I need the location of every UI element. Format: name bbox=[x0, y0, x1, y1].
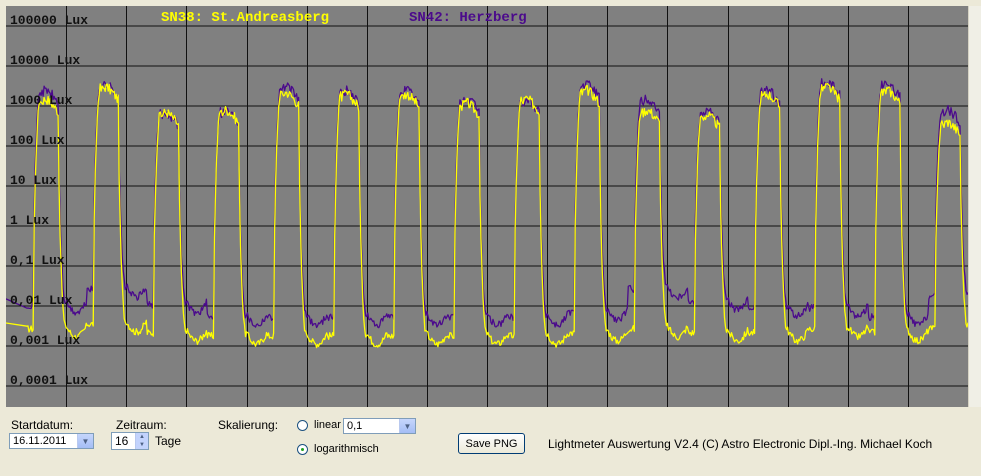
save-png-button[interactable]: Save PNG bbox=[458, 433, 525, 454]
chevron-down-icon: ▼ bbox=[399, 419, 415, 433]
radio-selected-dot bbox=[301, 448, 304, 451]
startdatum-value: 16.11.2011 bbox=[13, 435, 67, 447]
chart-svg: 100000 Lux 10000 Lux 1000 Lux 100 Lux 10 Lux… bbox=[6, 6, 968, 407]
legend-sn38: SN38: St.Andreasberg bbox=[161, 10, 329, 26]
zeitraum-stepper[interactable]: 16 ▲ ▼ bbox=[111, 432, 149, 450]
y-tick-label: 0,1 Lux bbox=[10, 253, 65, 268]
y-tick-label: 0,01 Lux bbox=[10, 293, 73, 308]
linear-radio[interactable] bbox=[297, 420, 308, 431]
credits-text: Lightmeter Auswertung V2.4 (C) Astro Ele… bbox=[548, 437, 933, 451]
y-tick-label: 1 Lux bbox=[10, 213, 49, 228]
skalierung-label: Skalierung: bbox=[218, 418, 279, 432]
y-tick-label: 100 Lux bbox=[10, 133, 65, 148]
stepper-arrows-icon[interactable]: ▲ ▼ bbox=[135, 433, 148, 449]
y-tick-labels: 100000 Lux 10000 Lux 1000 Lux 100 Lux 10 Lux… bbox=[10, 13, 88, 388]
y-tick-label: 0,0001 Lux bbox=[10, 373, 88, 388]
tage-label: Tage bbox=[155, 434, 182, 448]
zeitraum-value: 16 bbox=[115, 434, 129, 448]
logarithmisch-radio[interactable] bbox=[297, 444, 308, 455]
y-tick-label: 1000 Lux bbox=[10, 93, 73, 108]
y-tick-label: 100000 Lux bbox=[10, 13, 88, 28]
y-tick-label: 10 Lux bbox=[10, 173, 57, 188]
control-panel: Startdatum: 16.11.2011 ▼ Zeitraum: 16 ▲ ▼… bbox=[0, 408, 981, 476]
chevron-down-icon: ▼ bbox=[77, 434, 93, 448]
startdatum-label: Startdatum: bbox=[11, 418, 74, 432]
vertical-scrollbar[interactable] bbox=[968, 6, 981, 407]
legend-sn42: SN42: Herzberg bbox=[409, 10, 527, 26]
linear-value-select[interactable]: 0,1 ▼ bbox=[343, 418, 416, 434]
linear-value: 0,1 bbox=[347, 420, 363, 432]
linear-label: linear bbox=[314, 419, 341, 431]
logarithmisch-label: logarithmisch bbox=[314, 443, 379, 455]
y-tick-label: 0,001 Lux bbox=[10, 333, 80, 348]
startdatum-select[interactable]: 16.11.2011 ▼ bbox=[9, 433, 94, 449]
lux-chart: 100000 Lux 10000 Lux 1000 Lux 100 Lux 10 Lux… bbox=[6, 6, 968, 407]
y-tick-label: 10000 Lux bbox=[10, 53, 80, 68]
zeitraum-label: Zeitraum: bbox=[116, 418, 167, 432]
grid bbox=[6, 6, 968, 407]
